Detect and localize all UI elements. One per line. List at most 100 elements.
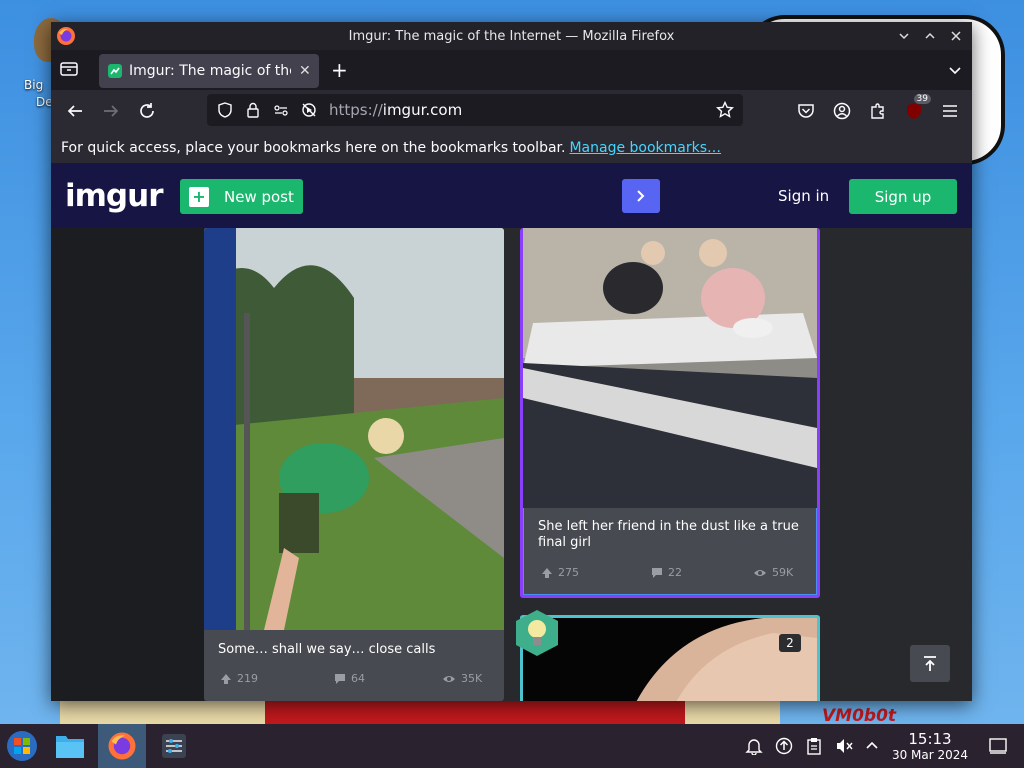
comment-icon [335, 673, 345, 684]
tab-close-button[interactable]: ✕ [299, 63, 311, 79]
puzzle-icon [871, 103, 884, 119]
updates-tray[interactable] [774, 736, 794, 756]
image-count-badge: 2 [779, 634, 801, 652]
comment-stat[interactable]: 64 [334, 672, 365, 685]
chevron-down-icon [899, 33, 909, 40]
notifications-tray[interactable] [744, 736, 764, 756]
navigation-toolbar: https://imgur.com 39 [51, 90, 972, 132]
sliders-icon [162, 734, 186, 758]
new-post-button[interactable]: + New post [180, 179, 303, 214]
upvote-stat[interactable]: 275 [541, 566, 579, 579]
ublock-badge: 39 [913, 94, 931, 104]
ublock-extension-button[interactable]: 39 [904, 94, 931, 121]
view-count: 35K [461, 672, 483, 685]
tab-title: Imgur: The magic of the Internet [129, 63, 291, 79]
close-window-button[interactable] [946, 26, 966, 46]
imgur-logo[interactable]: imgur [65, 178, 163, 214]
post-card[interactable]: She left her friend in the dust like a t… [520, 228, 820, 598]
tray-expander[interactable] [862, 736, 882, 756]
next-button[interactable] [622, 179, 660, 213]
volume-tray[interactable] [834, 736, 854, 756]
volume-muted-icon [837, 739, 853, 753]
eye-icon [754, 569, 766, 576]
sign-up-button[interactable]: Sign up [849, 179, 957, 214]
view-stat: 35K [442, 672, 482, 685]
view-count: 59K [772, 566, 794, 579]
account-button[interactable] [832, 101, 852, 121]
settings-taskbar-button[interactable] [152, 724, 196, 768]
sign-in-link[interactable]: Sign in [778, 187, 829, 205]
chevron-right-icon [637, 190, 645, 202]
post-card[interactable]: 2 [520, 615, 820, 701]
manage-bookmarks-link[interactable]: Manage bookmarks… [569, 140, 721, 156]
post-image[interactable] [523, 228, 817, 508]
clock-date: 30 Mar 2024 [891, 748, 969, 762]
post-caption[interactable]: She left her friend in the dust like a t… [538, 519, 808, 551]
post-image[interactable] [204, 228, 504, 630]
start-menu-button[interactable] [0, 724, 44, 768]
firefox-icon [57, 27, 75, 45]
show-desktop-button[interactable] [988, 736, 1008, 756]
firefox-taskbar-button[interactable] [98, 724, 146, 768]
clock-time: 15:13 [908, 730, 952, 748]
lock-icon[interactable] [243, 100, 263, 120]
list-all-tabs-button[interactable] [948, 62, 962, 81]
windows-start-icon [7, 731, 37, 761]
extensions-button[interactable] [868, 101, 888, 121]
scroll-to-top-button[interactable] [910, 645, 950, 682]
title-bar[interactable]: Imgur: The magic of the Internet — Mozil… [51, 22, 972, 50]
chevron-up-icon [925, 32, 935, 39]
post-image[interactable] [523, 618, 817, 701]
reload-button[interactable] [137, 101, 157, 121]
forward-button[interactable] [101, 101, 121, 121]
maximize-button[interactable] [920, 26, 940, 46]
reload-icon [140, 103, 154, 118]
clipboard-tray[interactable] [804, 736, 824, 756]
post-card[interactable]: Some… shall we say… close calls 219 64 3… [204, 228, 504, 701]
url-bar[interactable]: https://imgur.com [207, 94, 743, 126]
post-feed: Some… shall we say… close calls 219 64 3… [51, 228, 972, 701]
bookmark-star-icon[interactable] [715, 100, 735, 120]
chevron-up-icon [866, 741, 878, 749]
post-caption[interactable]: Some… shall we say… close calls [218, 642, 490, 658]
comment-icon [652, 567, 662, 578]
permissions-icon[interactable] [271, 100, 291, 120]
update-icon [775, 737, 793, 755]
firefox-view-icon [60, 62, 78, 76]
desktop-icon-label[interactable]: Big [24, 78, 43, 92]
clipboard-icon [807, 738, 821, 755]
bookmarks-message: For quick access, place your bookmarks h… [61, 139, 566, 156]
feed-left-gutter [51, 228, 204, 701]
upvote-icon [221, 673, 231, 684]
wallpaper-text: VM0b0t [822, 706, 897, 724]
window-title: Imgur: The magic of the Internet — Mozil… [348, 28, 675, 44]
taskbar: 15:13 30 Mar 2024 [0, 724, 1024, 768]
file-manager-taskbar-button[interactable] [48, 724, 92, 768]
account-icon [833, 102, 851, 120]
tab-imgur[interactable]: Imgur: The magic of the Internet ✕ [99, 54, 319, 88]
plus-icon: + [189, 186, 209, 207]
url-text[interactable]: https://imgur.com [329, 101, 707, 119]
autoplay-blocked-icon[interactable] [299, 100, 319, 120]
new-tab-button[interactable]: + [331, 60, 348, 80]
eye-icon [443, 675, 455, 682]
firefox-view-button[interactable] [59, 60, 81, 80]
wallpaper-red-bar [265, 700, 685, 724]
chevron-down-icon [949, 67, 961, 75]
pocket-button[interactable] [796, 101, 816, 121]
close-icon [951, 31, 961, 41]
pocket-icon [798, 104, 814, 118]
clock[interactable]: 15:13 30 Mar 2024 [888, 730, 972, 762]
upvote-stat[interactable]: 219 [220, 672, 258, 685]
minimize-button[interactable] [894, 26, 914, 46]
comment-stat[interactable]: 22 [651, 566, 682, 579]
ublock-shield-icon [907, 103, 921, 119]
firefox-icon [108, 732, 136, 760]
app-menu-button[interactable] [940, 101, 960, 121]
lightbulb-badge-icon[interactable] [514, 609, 560, 657]
new-post-label: New post [224, 187, 294, 206]
shield-icon[interactable] [215, 100, 235, 120]
back-button[interactable] [65, 101, 85, 121]
url-scheme: https:// [329, 101, 383, 119]
tab-bar: Imgur: The magic of the Internet ✕ + [51, 50, 972, 90]
